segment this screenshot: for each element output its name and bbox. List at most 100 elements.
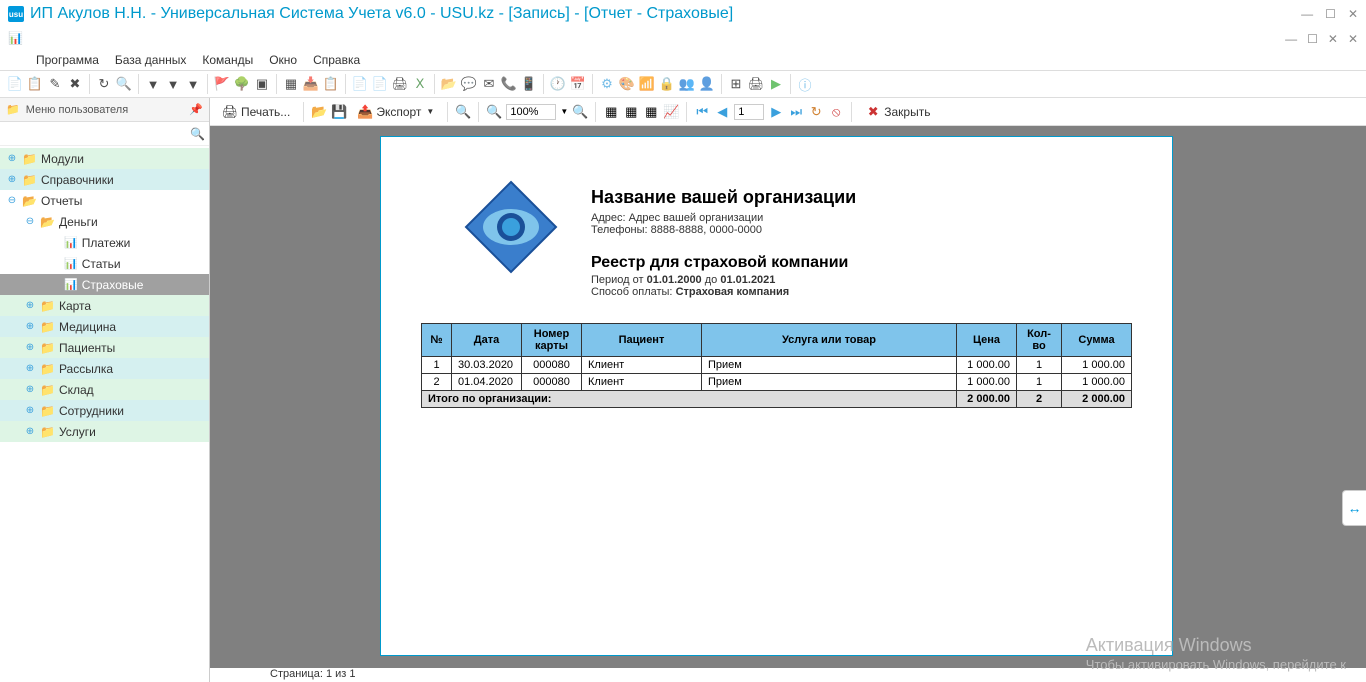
pin-icon[interactable]: 📌 bbox=[189, 103, 203, 116]
info-icon[interactable]: ⓘ bbox=[796, 75, 814, 93]
stop-icon[interactable]: ⦸ bbox=[828, 104, 844, 120]
users-icon[interactable]: 👥 bbox=[678, 75, 696, 93]
import-icon[interactable]: 📥 bbox=[302, 75, 320, 93]
search-icon[interactable]: 🔍 bbox=[115, 75, 133, 93]
find-icon[interactable]: 🔍 bbox=[455, 104, 471, 120]
menu-help[interactable]: Справка bbox=[307, 51, 366, 69]
sidebar: 📁 Меню пользователя 📌 🔍 ⊕📁Модули ⊕📁Справ… bbox=[0, 98, 210, 682]
zoom-value[interactable]: 100% bbox=[506, 104, 556, 120]
sms-icon[interactable]: 💬 bbox=[460, 75, 478, 93]
play-icon[interactable]: ▶ bbox=[767, 75, 785, 93]
doc-icon[interactable]: 📄 bbox=[351, 75, 369, 93]
total-row: Итого по организации:2 000.0022 000.00 bbox=[422, 391, 1132, 408]
excel-icon[interactable]: Ⅹ bbox=[411, 75, 429, 93]
child-close-button[interactable]: ✕ bbox=[1328, 32, 1338, 46]
child-close2-button[interactable]: ✕ bbox=[1348, 32, 1358, 46]
copy-icon[interactable]: 📋 bbox=[26, 75, 44, 93]
collapse-icon[interactable]: ▣ bbox=[253, 75, 271, 93]
search-icon[interactable]: 🔍 bbox=[190, 127, 205, 141]
gear-icon[interactable]: ⚙ bbox=[598, 75, 616, 93]
layout1-icon[interactable]: ▦ bbox=[603, 104, 619, 120]
refresh-icon[interactable]: ↻ bbox=[808, 104, 824, 120]
calendar-icon[interactable]: 📅 bbox=[569, 75, 587, 93]
report-page: Название вашей организации Адрес: Адрес … bbox=[380, 136, 1173, 656]
print-button[interactable]: 🖨Печать... bbox=[216, 101, 296, 123]
phone-icon[interactable]: 📱 bbox=[520, 75, 538, 93]
th-qty: Кол-во bbox=[1017, 324, 1062, 357]
tree-directories[interactable]: ⊕📁Справочники bbox=[0, 169, 209, 190]
save-icon[interactable]: 💾 bbox=[331, 104, 347, 120]
th-no: № bbox=[422, 324, 452, 357]
flag-icon[interactable]: 🚩 bbox=[213, 75, 231, 93]
tree-card[interactable]: ⊕📁Карта bbox=[0, 295, 209, 316]
close-button[interactable]: ✕ bbox=[1348, 7, 1358, 21]
filter2-icon[interactable]: ▼ bbox=[164, 75, 182, 93]
tree-employees[interactable]: ⊕📁Сотрудники bbox=[0, 400, 209, 421]
chart-icon[interactable]: 📈 bbox=[663, 104, 679, 120]
clock-icon[interactable]: 🕐 bbox=[549, 75, 567, 93]
delete-icon[interactable]: ✖ bbox=[66, 75, 84, 93]
tree-modules[interactable]: ⊕📁Модули bbox=[0, 148, 209, 169]
page-number[interactable]: 1 bbox=[734, 104, 764, 120]
sidebar-header: 📁 Меню пользователя 📌 bbox=[0, 98, 209, 122]
tree-payments[interactable]: 📊Платежи bbox=[0, 232, 209, 253]
app-icon: usu bbox=[8, 6, 24, 22]
report-icon[interactable]: 📄 bbox=[371, 75, 389, 93]
secondary-titlebar: 📊 — ☐ ✕ ✕ bbox=[0, 28, 1366, 50]
list-icon[interactable]: 📋 bbox=[322, 75, 340, 93]
menu-window[interactable]: Окно bbox=[263, 51, 303, 69]
tree-warehouse[interactable]: ⊕📁Склад bbox=[0, 379, 209, 400]
last-page-icon[interactable]: ⏭ bbox=[788, 104, 804, 120]
filter3-icon[interactable]: ▼ bbox=[184, 75, 202, 93]
sidebar-search-input[interactable] bbox=[4, 126, 190, 142]
child-maximize-button[interactable]: ☐ bbox=[1307, 32, 1318, 46]
grid-icon[interactable]: ▦ bbox=[282, 75, 300, 93]
color-icon[interactable]: 🎨 bbox=[618, 75, 636, 93]
prev-page-icon[interactable]: ◀ bbox=[714, 104, 730, 120]
th-sum: Сумма bbox=[1062, 324, 1132, 357]
tree-articles[interactable]: 📊Статьи bbox=[0, 253, 209, 274]
mail-icon[interactable]: ✉ bbox=[480, 75, 498, 93]
open-icon[interactable]: 📂 bbox=[311, 104, 327, 120]
tree-reports[interactable]: ⊖📂Отчеты bbox=[0, 190, 209, 211]
lock-icon[interactable]: 🔒 bbox=[658, 75, 676, 93]
tree-insurance[interactable]: 📊Страховые bbox=[0, 274, 209, 295]
print-icon[interactable]: 🖨 bbox=[391, 75, 409, 93]
menu-program[interactable]: Программа bbox=[30, 51, 105, 69]
tree-services[interactable]: ⊕📁Услуги bbox=[0, 421, 209, 442]
tree-mailing[interactable]: ⊕📁Рассылка bbox=[0, 358, 209, 379]
user-icon[interactable]: 👤 bbox=[698, 75, 716, 93]
th-date: Дата bbox=[452, 324, 522, 357]
maximize-button[interactable]: ☐ bbox=[1325, 7, 1336, 21]
refresh-icon[interactable]: ↻ bbox=[95, 75, 113, 93]
folder-icon[interactable]: 📂 bbox=[440, 75, 458, 93]
table-row: 130.03.2020000080КлиентПрием1 000.0011 0… bbox=[422, 357, 1132, 374]
child-minimize-button[interactable]: — bbox=[1285, 32, 1297, 46]
rss-icon[interactable]: 📶 bbox=[638, 75, 656, 93]
zoom-in-icon[interactable]: 🔍 bbox=[572, 104, 588, 120]
edit-icon[interactable]: ✎ bbox=[46, 75, 64, 93]
close-report-button[interactable]: ✖Закрыть bbox=[859, 101, 936, 123]
viber-icon[interactable]: 📞 bbox=[500, 75, 518, 93]
layout3-icon[interactable]: ▦ bbox=[643, 104, 659, 120]
org-phones: Телефоны: 8888-8888, 0000-0000 bbox=[591, 224, 1132, 236]
minimize-button[interactable]: — bbox=[1301, 7, 1313, 21]
menu-database[interactable]: База данных bbox=[109, 51, 192, 69]
menu-commands[interactable]: Команды bbox=[196, 51, 259, 69]
first-page-icon[interactable]: ⏮ bbox=[694, 104, 710, 120]
tree-icon[interactable]: 🌳 bbox=[233, 75, 251, 93]
tree-patients[interactable]: ⊕📁Пациенты bbox=[0, 337, 209, 358]
new-icon[interactable]: 📄 bbox=[6, 75, 24, 93]
next-page-icon[interactable]: ▶ bbox=[768, 104, 784, 120]
layout2-icon[interactable]: ▦ bbox=[623, 104, 639, 120]
export-button[interactable]: 📤Экспорт▼ bbox=[351, 101, 440, 123]
tree-medicine[interactable]: ⊕📁Медицина bbox=[0, 316, 209, 337]
report-area[interactable]: Название вашей организации Адрес: Адрес … bbox=[210, 126, 1366, 668]
zoom-out-icon[interactable]: 🔍 bbox=[486, 104, 502, 120]
print2-icon[interactable]: 🖨 bbox=[747, 75, 765, 93]
filter-icon[interactable]: ▼ bbox=[144, 75, 162, 93]
teamviewer-tab[interactable]: ↔ bbox=[1342, 490, 1366, 526]
layout-icon[interactable]: ⊞ bbox=[727, 75, 745, 93]
th-service: Услуга или товар bbox=[702, 324, 957, 357]
tree-money[interactable]: ⊖📂Деньги bbox=[0, 211, 209, 232]
